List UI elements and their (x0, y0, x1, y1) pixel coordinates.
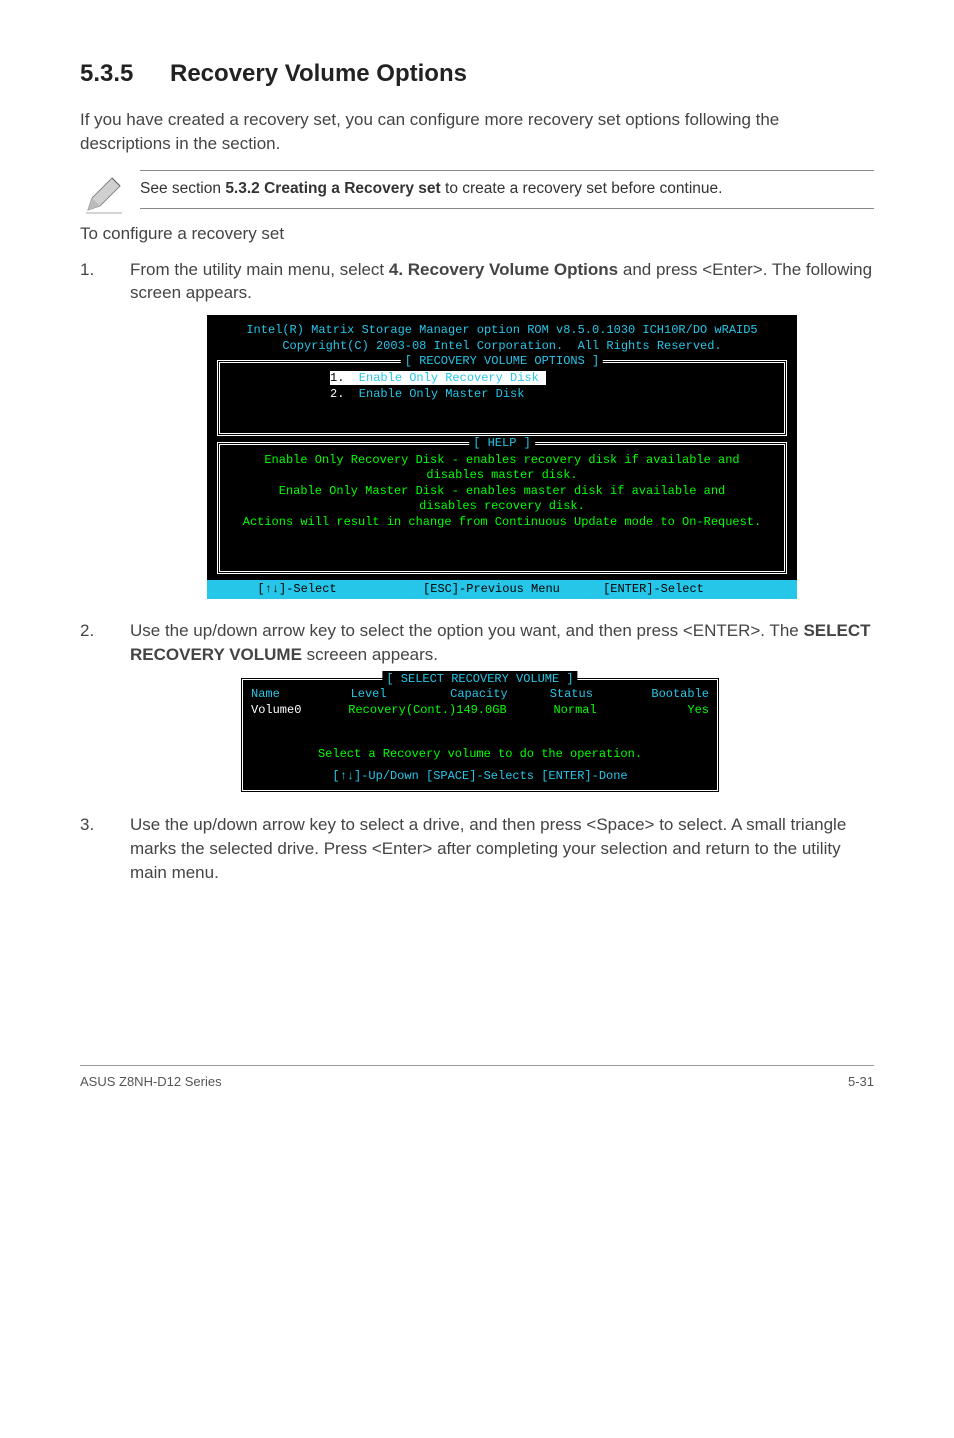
bios2-title: [ SELECT RECOVERY VOLUME ] (382, 671, 577, 687)
bios-opt2-num: 2. (330, 387, 344, 401)
step1-prefix: From the utility main menu, select (130, 260, 389, 279)
bios2-val-name: Volume0 (251, 702, 348, 718)
bios-options-title: [ RECOVERY VOLUME OPTIONS ] (401, 354, 603, 370)
step2-suffix: screeen appears. (302, 645, 438, 664)
bios-opt1-label: Enable Only Recovery Disk (344, 371, 546, 385)
bios2-col-capacity: Capacity (450, 686, 550, 702)
bios-help-title: [ HELP ] (469, 436, 535, 452)
bios-opt2-label: Enable Only Master Disk (344, 387, 524, 401)
bios2-val-level: Recovery(Cont.) (348, 702, 456, 718)
footer-page-number: 5-31 (848, 1074, 874, 1089)
bios-help-line5: Actions will result in change from Conti… (230, 515, 774, 531)
subheading: To configure a recovery set (80, 224, 874, 244)
bios-screen-recovery-options: Intel(R) Matrix Storage Manager option R… (207, 315, 797, 599)
note-text: See section 5.3.2 Creating a Recovery se… (140, 170, 874, 209)
section-title-text: Recovery Volume Options (170, 60, 467, 87)
footer-product: ASUS Z8NH-D12 Series (80, 1074, 222, 1089)
bios-option-2[interactable]: 2. Enable Only Master Disk (330, 387, 774, 403)
bios-help-line1: Enable Only Recovery Disk - enables reco… (230, 453, 774, 469)
step-1: From the utility main menu, select 4. Re… (80, 258, 874, 600)
step-2: Use the up/down arrow key to select the … (80, 619, 874, 793)
bios-header-line1: Intel(R) Matrix Storage Manager option R… (217, 323, 787, 339)
bios-help-line2: disables master disk. (230, 468, 774, 484)
steps-list: From the utility main menu, select 4. Re… (80, 258, 874, 885)
bios2-val-capacity: 149.0GB (456, 702, 553, 718)
section-number: 5.3.5 (80, 60, 170, 88)
bios2-val-bootable: Yes (651, 702, 709, 718)
bios-header-line2: Copyright(C) 2003-08 Intel Corporation. … (217, 339, 787, 355)
bios-opt1-num: 1. (330, 371, 344, 385)
step-3: Use the up/down arrow key to select a dr… (80, 813, 874, 884)
bios2-footer-keys: [↑↓]-Up/Down [SPACE]-Selects [ENTER]-Don… (251, 768, 709, 784)
bios2-data-row[interactable]: Volume0 Recovery(Cont.) 149.0GB Normal Y… (251, 702, 709, 718)
pencil-icon (80, 170, 128, 218)
bios2-col-name: Name (251, 686, 351, 702)
note-prefix: See section (140, 180, 225, 197)
intro-paragraph: If you have created a recovery set, you … (80, 108, 874, 156)
bios2-col-level: Level (351, 686, 451, 702)
bios-screen-select-volume: [ SELECT RECOVERY VOLUME ] Name Level Ca… (240, 677, 720, 794)
bios2-message: Select a Recovery volume to do the opera… (251, 746, 709, 762)
section-heading: 5.3.5Recovery Volume Options (80, 60, 874, 88)
bios2-val-status: Normal (553, 702, 650, 718)
bios-options-box: [ RECOVERY VOLUME OPTIONS ] 1. Enable On… (217, 360, 787, 435)
bios2-header-row: Name Level Capacity Status Bootable (251, 686, 709, 702)
bios2-col-bootable: Bootable (649, 686, 709, 702)
note-callout: See section 5.3.2 Creating a Recovery se… (80, 170, 874, 218)
step3-text: Use the up/down arrow key to select a dr… (130, 815, 846, 882)
note-bold: 5.3.2 Creating a Recovery set (225, 180, 440, 197)
bios-option-1[interactable]: 1. Enable Only Recovery Disk (330, 371, 774, 387)
bios2-col-status: Status (550, 686, 650, 702)
bios-help-line3: Enable Only Master Disk - enables master… (230, 484, 774, 500)
bios-help-box: [ HELP ] Enable Only Recovery Disk - ena… (217, 442, 787, 574)
bios-footer-keys: [↑↓]-Select [ESC]-Previous Menu [ENTER]-… (207, 580, 797, 600)
step2-prefix: Use the up/down arrow key to select the … (130, 621, 803, 640)
step1-bold: 4. Recovery Volume Options (389, 260, 618, 279)
bios-help-line4: disables recovery disk. (230, 499, 774, 515)
note-suffix: to create a recovery set before continue… (441, 180, 723, 197)
page-footer: ASUS Z8NH-D12 Series 5-31 (80, 1065, 874, 1089)
